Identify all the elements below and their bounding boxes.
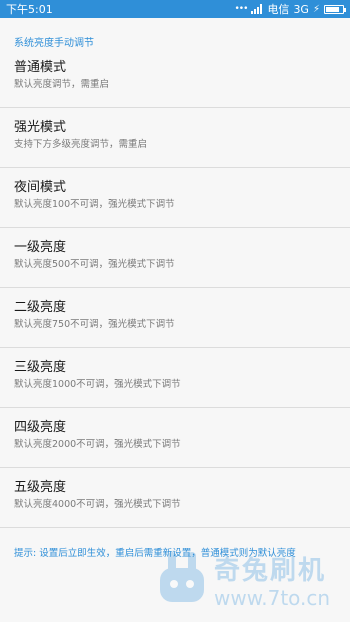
carrier-label: 电信 <box>267 3 290 16</box>
item-title: 三级亮度 <box>14 360 67 375</box>
item-title: 普通模式 <box>14 60 67 75</box>
watermark-name: 奇兔刷机 <box>214 556 327 586</box>
item-subtitle: 默认亮度100不可调，强光模式下调节 <box>14 199 175 210</box>
item-subtitle: 默认亮度4000不可调，强光模式下调节 <box>14 499 181 510</box>
watermark-url: www.7to.cn <box>214 586 331 610</box>
list-item-strong-light-mode[interactable]: 强光模式 支持下方多级亮度调节，需重启 <box>0 108 350 168</box>
signal-icon <box>251 4 263 14</box>
item-subtitle: 默认亮度750不可调，强光模式下调节 <box>14 319 175 330</box>
brightness-mode-list: 普通模式 默认亮度调节，需重启 强光模式 支持下方多级亮度调节，需重启 夜间模式… <box>0 48 350 528</box>
notification-dots-icon: ••• <box>234 4 249 14</box>
item-subtitle: 默认亮度调节，需重启 <box>14 79 110 90</box>
item-title: 强光模式 <box>14 120 67 135</box>
list-item-level-1[interactable]: 一级亮度 默认亮度500不可调，强光模式下调节 <box>0 228 350 288</box>
list-item-level-4[interactable]: 四级亮度 默认亮度2000不可调，强光模式下调节 <box>0 408 350 468</box>
status-time: 下午5:01 <box>6 3 53 16</box>
rabbit-logo-icon <box>160 552 204 602</box>
section-title: 系统亮度手动调节 <box>14 38 94 49</box>
item-subtitle: 默认亮度1000不可调，强光模式下调节 <box>14 379 181 390</box>
item-subtitle: 支持下方多级亮度调节，需重启 <box>14 139 148 150</box>
battery-icon <box>324 4 346 14</box>
network-type: 3G <box>293 2 309 16</box>
list-item-level-2[interactable]: 二级亮度 默认亮度750不可调，强光模式下调节 <box>0 288 350 348</box>
item-title: 二级亮度 <box>14 300 67 315</box>
list-item-night-mode[interactable]: 夜间模式 默认亮度100不可调，强光模式下调节 <box>0 168 350 228</box>
item-title: 一级亮度 <box>14 240 67 255</box>
watermark: 奇兔刷机 www.7to.cn <box>154 546 344 616</box>
list-item-normal-mode[interactable]: 普通模式 默认亮度调节，需重启 <box>0 48 350 108</box>
item-title: 五级亮度 <box>14 480 67 495</box>
item-subtitle: 默认亮度2000不可调，强光模式下调节 <box>14 439 181 450</box>
status-bar: 下午5:01 ••• 电信 3G ⚡ <box>0 0 350 18</box>
charging-icon: ⚡ <box>312 3 320 15</box>
list-item-level-5[interactable]: 五级亮度 默认亮度4000不可调，强光模式下调节 <box>0 468 350 528</box>
item-subtitle: 默认亮度500不可调，强光模式下调节 <box>14 259 175 270</box>
item-title: 夜间模式 <box>14 180 67 195</box>
list-item-level-3[interactable]: 三级亮度 默认亮度1000不可调，强光模式下调节 <box>0 348 350 408</box>
item-title: 四级亮度 <box>14 420 67 435</box>
